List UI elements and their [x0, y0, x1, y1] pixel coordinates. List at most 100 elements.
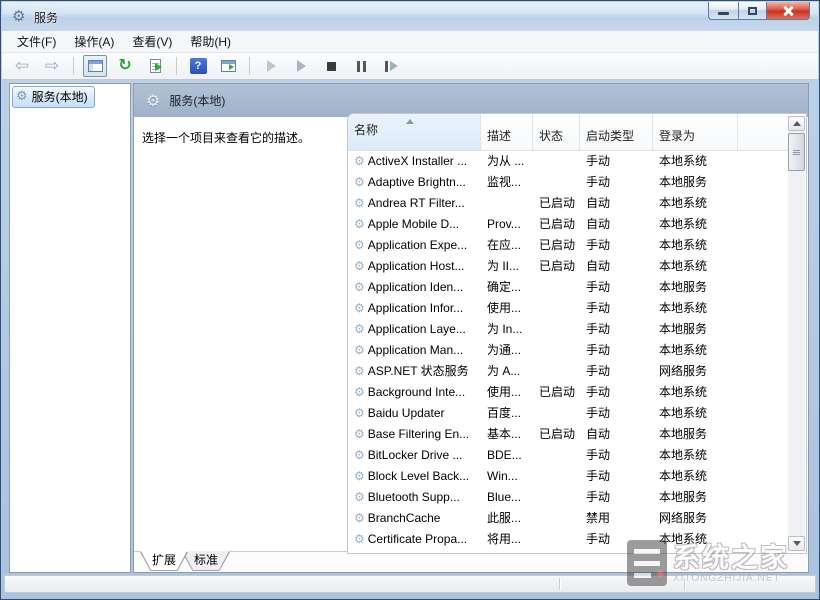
service-status-cell: 已启动 — [533, 425, 580, 442]
export-list-button[interactable] — [143, 55, 167, 77]
table-row[interactable]: ⚙ ASP.NET 状态服务 为 A... 手动 网络服务 — [348, 360, 788, 381]
service-logon-cell: 本地服务 — [653, 488, 738, 505]
pause-service-button[interactable] — [349, 55, 373, 77]
service-name-cell: ⚙ Bluetooth Supp... — [348, 490, 481, 504]
table-row[interactable]: ⚙ ActiveX Installer ... 为从 ... 手动 本地系统 — [348, 150, 788, 171]
table-row[interactable]: ⚙ Application Infor... 使用... 手动 本地系统 — [348, 297, 788, 318]
table-row[interactable]: ⚙ Application Laye... 为 In... 手动 本地服务 — [348, 318, 788, 339]
service-description-cell: 百度... — [481, 404, 533, 421]
service-startup-type-cell: 手动 — [580, 488, 653, 505]
back-icon: ⇦ — [15, 56, 29, 76]
titlebar: ⚙ 服务 — [2, 2, 818, 32]
help-button[interactable]: ? — [186, 55, 210, 77]
menu-view[interactable]: 查看(V) — [123, 30, 181, 53]
show-action-pane-button[interactable] — [216, 55, 240, 77]
table-row[interactable]: ⚙ Andrea RT Filter... 已启动 自动 本地系统 — [348, 192, 788, 213]
start-service-icon — [267, 60, 276, 72]
back-button[interactable]: ⇦ — [10, 55, 34, 77]
export-list-icon — [150, 59, 161, 73]
service-description-cell: 确定... — [481, 278, 533, 295]
service-name-cell: ⚙ Application Expe... — [348, 238, 481, 252]
service-startup-type-cell: 手动 — [580, 383, 653, 400]
service-name-cell: ⚙ Application Host... — [348, 259, 481, 273]
service-gear-icon: ⚙ — [354, 470, 365, 482]
forward-button[interactable]: ⇨ — [40, 55, 64, 77]
service-startup-type-cell: 手动 — [580, 446, 653, 463]
service-description-cell: 为从 ... — [481, 152, 533, 169]
service-gear-icon: ⚙ — [354, 449, 365, 461]
maximize-button[interactable] — [738, 2, 767, 20]
description-pane: 选择一个项目来查看它的描述。 — [134, 117, 347, 552]
table-row[interactable]: ⚙ Baidu Updater 百度... 手动 本地系统 — [348, 402, 788, 423]
table-row[interactable]: ⚙ BranchCache 此服... 禁用 网络服务 — [348, 507, 788, 528]
service-description-cell: 将用... — [481, 530, 533, 547]
service-logon-cell: 本地系统 — [653, 194, 738, 211]
service-description-cell: BDE... — [481, 448, 533, 462]
table-row[interactable]: ⚙ Adaptive Brightn... 监视... 手动 本地服务 — [348, 171, 788, 192]
tree-item-label: 服务(本地) — [32, 88, 88, 105]
column-header-name[interactable]: 名称 — [348, 114, 481, 150]
table-header: 名称 描述 状态 启动类型 登录为 — [348, 114, 788, 151]
menu-help[interactable]: 帮助(H) — [181, 30, 240, 53]
table-row[interactable]: ⚙ Block Level Back... Win... 手动 本地系统 — [348, 465, 788, 486]
show-console-tree-button[interactable] — [83, 55, 107, 77]
main-panel: ⚙ 服务(本地) 选择一个项目来查看它的描述。 名称 描述 状态 启动类型 登录… — [133, 83, 809, 573]
restart-service-button[interactable] — [379, 55, 403, 77]
resume-service-button[interactable] — [289, 55, 313, 77]
service-description-cell: 为通... — [481, 341, 533, 358]
table-row[interactable]: ⚙ Apple Mobile D... Prov... 已启动 自动 本地系统 — [348, 213, 788, 234]
scroll-down-icon — [793, 541, 801, 546]
service-startup-type-cell: 手动 — [580, 530, 653, 547]
minimize-button[interactable] — [708, 2, 738, 20]
table-row[interactable]: ⚙ Background Inte... 使用... 已启动 手动 本地系统 — [348, 381, 788, 402]
refresh-button[interactable]: ↻ — [113, 55, 137, 77]
service-startup-type-cell: 自动 — [580, 425, 653, 442]
service-name-cell: ⚙ Andrea RT Filter... — [348, 196, 481, 210]
app-gear-icon: ⚙ — [12, 8, 25, 24]
window-controls — [708, 2, 810, 20]
service-startup-type-cell: 手动 — [580, 320, 653, 337]
table-row[interactable]: ⚙ Application Man... 为通... 手动 本地系统 — [348, 339, 788, 360]
table-row[interactable]: ⚙ Application Host... 为 II... 已启动 自动 本地系… — [348, 255, 788, 276]
close-button[interactable] — [767, 2, 810, 20]
table-row[interactable]: ⚙ BitLocker Drive ... BDE... 手动 本地系统 — [348, 444, 788, 465]
table-row[interactable]: ⚙ Application Iden... 确定... 手动 本地服务 — [348, 276, 788, 297]
stop-service-icon — [327, 62, 336, 71]
service-description-cell: 为 In... — [481, 320, 533, 337]
start-service-button[interactable] — [259, 55, 283, 77]
scroll-up-button[interactable] — [788, 116, 805, 131]
table-row[interactable]: ⚙ Certificate Propa... 将用... 手动 本地系统 — [348, 528, 788, 549]
column-header-status[interactable]: 状态 — [533, 114, 580, 150]
tab-extended[interactable]: 扩展 — [140, 552, 188, 571]
table-row[interactable]: ⚙ Application Expe... 在应... 已启动 手动 本地系统 — [348, 234, 788, 255]
service-logon-cell: 本地服务 — [653, 173, 738, 190]
menu-file[interactable]: 文件(F) — [8, 30, 65, 53]
service-description-cell: Prov... — [481, 217, 533, 231]
scrollbar-thumb[interactable] — [788, 133, 805, 171]
service-description-cell: 为 II... — [481, 257, 533, 274]
column-header-description[interactable]: 描述 — [481, 114, 533, 150]
toolbar: ⇦ ⇨ ↻ ? — [2, 53, 818, 80]
show-console-tree-icon — [88, 60, 103, 72]
scroll-down-button[interactable] — [788, 536, 805, 551]
stop-service-button[interactable] — [319, 55, 343, 77]
vertical-scrollbar[interactable] — [788, 116, 805, 551]
tab-standard[interactable]: 标准 — [182, 552, 230, 571]
column-header-startup-type[interactable]: 启动类型 — [580, 114, 653, 150]
service-gear-icon: ⚙ — [354, 344, 365, 356]
service-status-cell: 已启动 — [533, 236, 580, 253]
column-header-logon-as[interactable]: 登录为 — [653, 114, 738, 150]
description-hint: 选择一个项目来查看它的描述。 — [142, 131, 310, 145]
table-row[interactable]: ⚙ Base Filtering En... 基本... 已启动 自动 本地服务 — [348, 423, 788, 444]
menu-bar: 文件(F) 操作(A) 查看(V) 帮助(H) — [2, 31, 818, 53]
help-icon: ? — [190, 58, 207, 74]
table-row[interactable]: ⚙ Bluetooth Supp... Blue... 手动 本地服务 — [348, 486, 788, 507]
toolbar-separator — [249, 57, 250, 75]
toolbar-separator — [73, 57, 74, 75]
service-description-cell: 使用... — [481, 299, 533, 316]
service-name-cell: ⚙ Application Laye... — [348, 322, 481, 336]
menu-action[interactable]: 操作(A) — [65, 30, 123, 53]
service-status-cell: 已启动 — [533, 215, 580, 232]
service-startup-type-cell: 自动 — [580, 257, 653, 274]
tree-item-services-local[interactable]: ⚙ 服务(本地) — [12, 86, 95, 108]
